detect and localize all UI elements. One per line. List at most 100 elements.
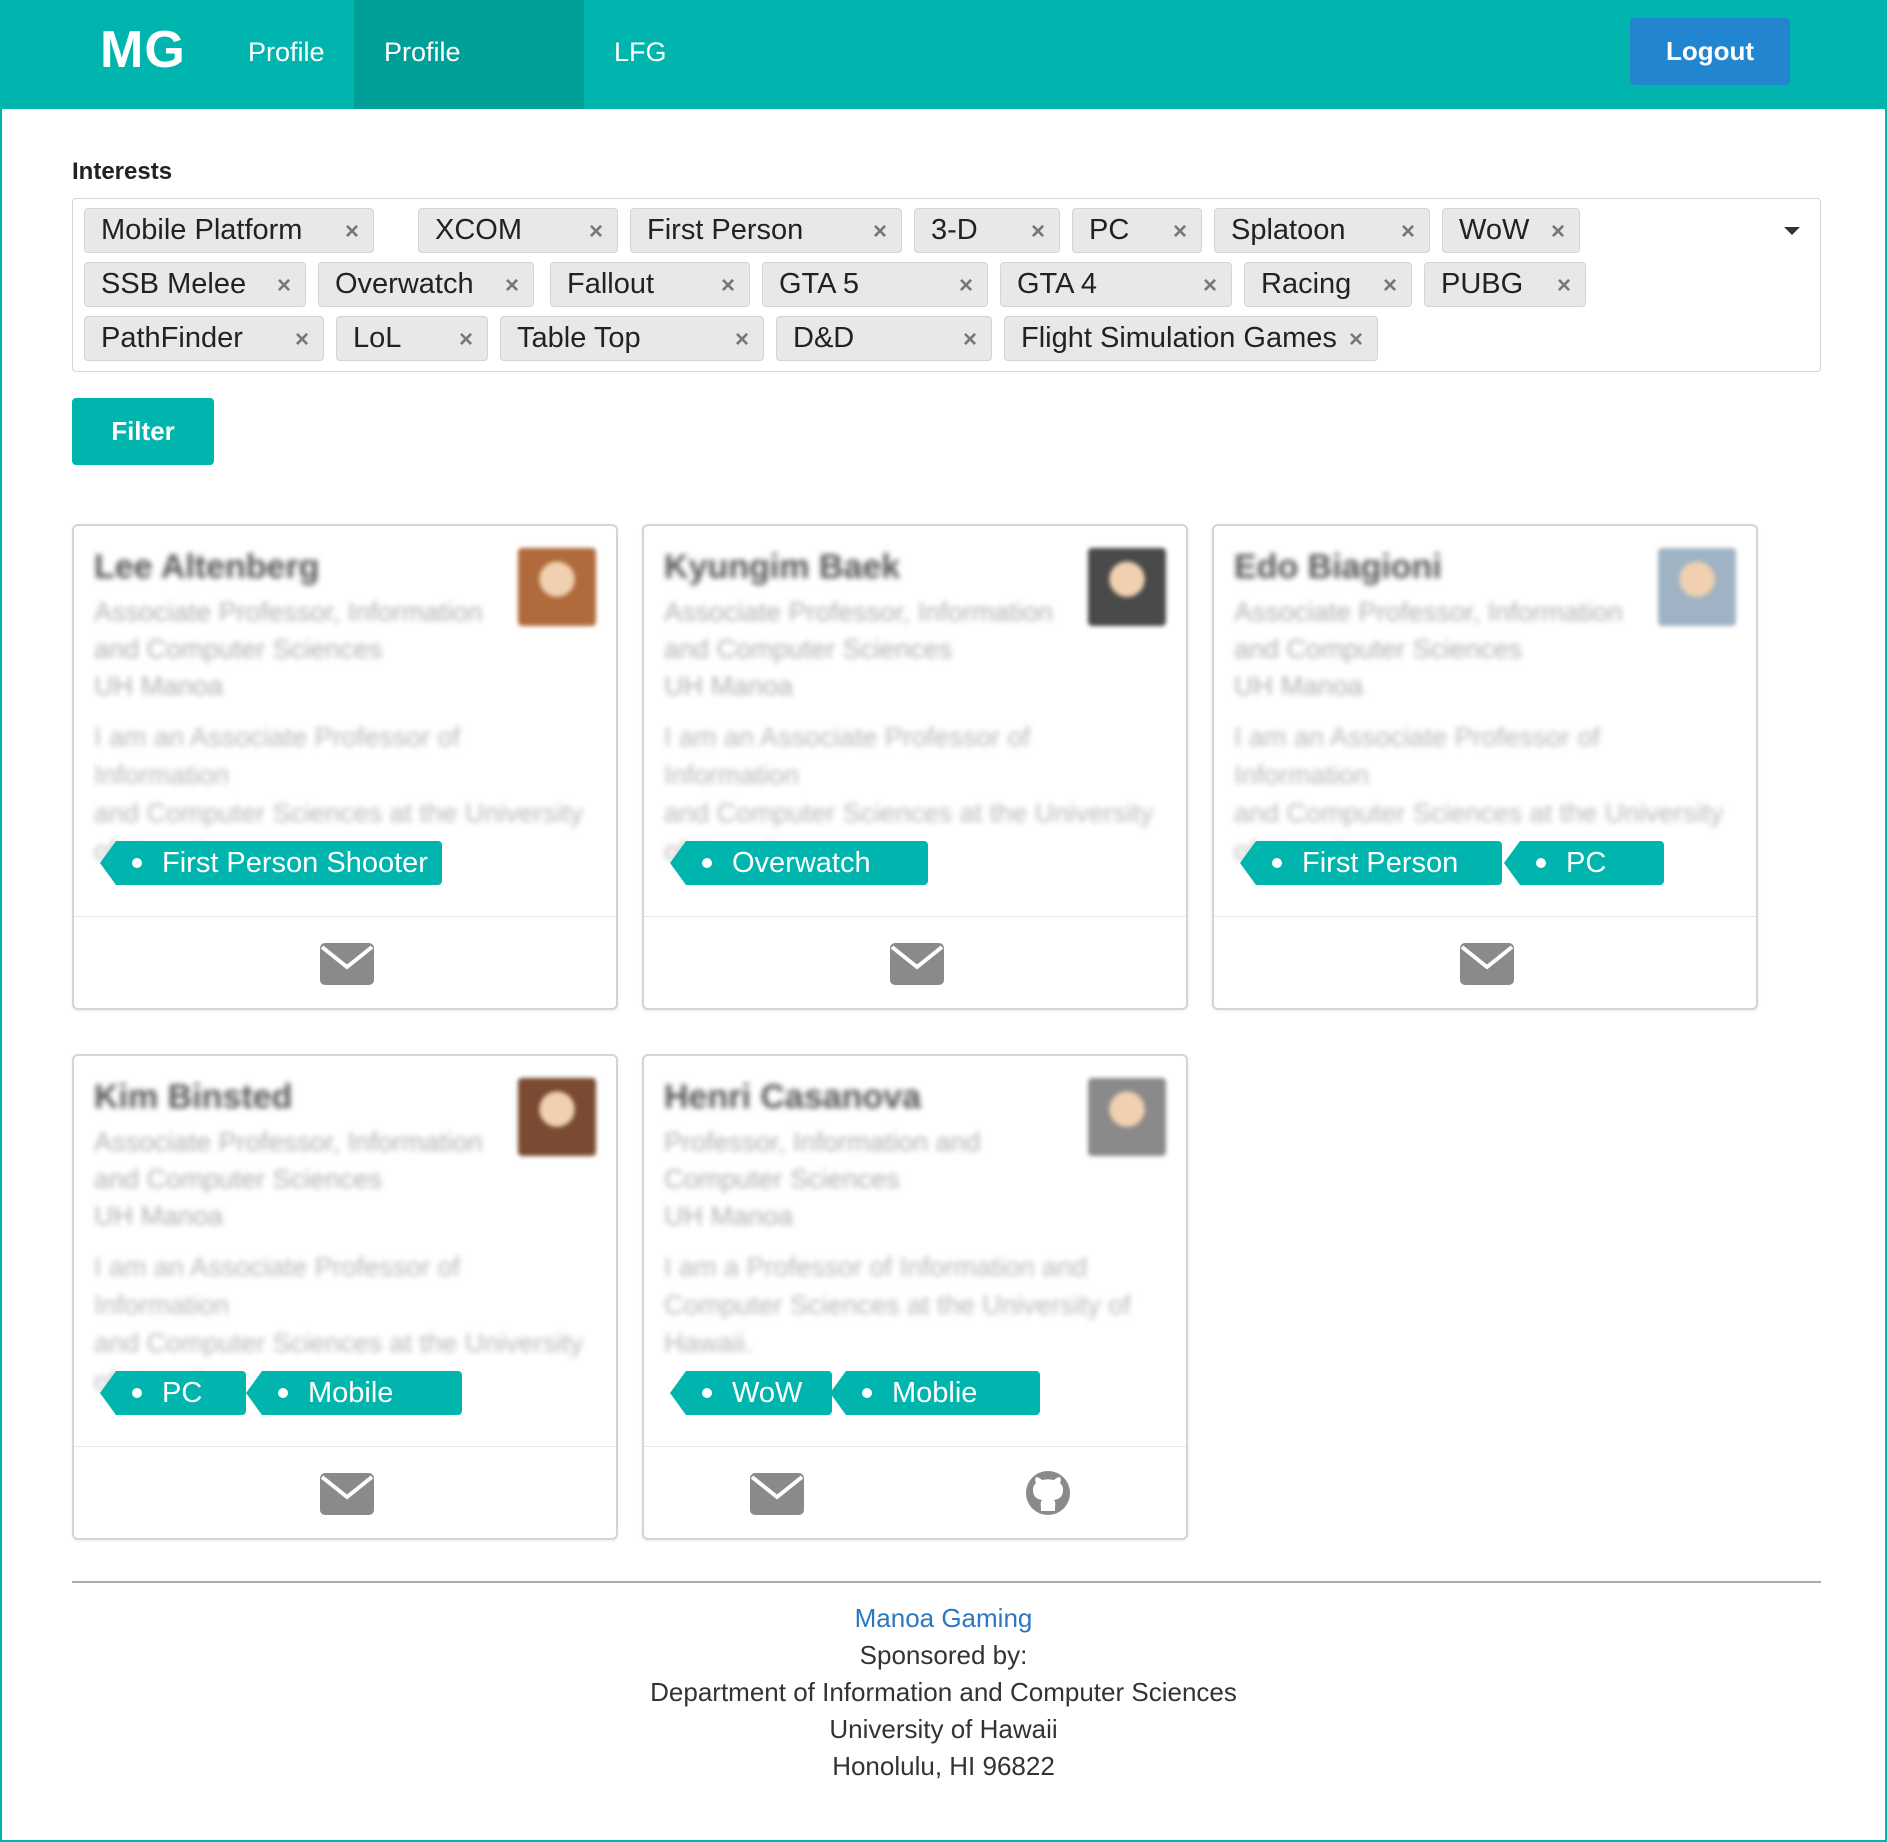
interest-chip: LoL ×: [336, 316, 488, 361]
interest-chip-label: Splatoon: [1231, 214, 1346, 246]
profile-description-line: Hawaii.: [664, 1328, 753, 1358]
mail-icon[interactable]: [1460, 943, 1514, 985]
interest-chip-label: 3-D: [931, 214, 978, 246]
interest-chip-label: LoL: [353, 322, 402, 354]
mail-icon[interactable]: [750, 1473, 804, 1515]
profile-description-line: I am an Associate Professor of Informati…: [664, 722, 1031, 790]
remove-icon[interactable]: ×: [1173, 209, 1187, 254]
profile-name: Lee Altenberg: [94, 548, 320, 586]
remove-icon[interactable]: ×: [721, 263, 735, 308]
remove-icon[interactable]: ×: [1203, 263, 1217, 308]
profile-description-line: and Computer Sciences at the University: [94, 1328, 584, 1358]
remove-icon[interactable]: ×: [459, 317, 473, 362]
profile-description-line: and Computer Sciences at the University: [94, 798, 584, 828]
profile-meta-line: Associate Professor, Information: [94, 1127, 483, 1157]
interest-chip-label: Table Top: [517, 322, 641, 354]
remove-icon[interactable]: ×: [1349, 317, 1363, 362]
profile-meta-line: UH Manoa: [664, 1201, 794, 1231]
remove-icon[interactable]: ×: [1401, 209, 1415, 254]
card-footer: [644, 1447, 1186, 1538]
profile-meta-line: Associate Professor, Information: [1234, 597, 1623, 627]
profile-description-line: I am an Associate Professor of Informati…: [94, 1252, 461, 1320]
interest-chip-label: PC: [1089, 214, 1130, 246]
profile-description-line: and Computer Sciences at the University: [1234, 798, 1724, 828]
interest-chip-label: Mobile Platform: [101, 214, 303, 246]
profile-description-line: I am a Professor of Information and: [664, 1252, 1088, 1282]
interest-chip: GTA 4 ×: [1000, 262, 1232, 307]
profile-name: Edo Biagioni: [1234, 548, 1442, 586]
profile-meta-line: UH Manoa: [94, 671, 224, 701]
profile-meta: Professor, Information and Computer Scien…: [664, 1124, 1064, 1235]
avatar: [1658, 548, 1736, 626]
profile-name: Kim Binsted: [94, 1078, 293, 1116]
interest-chip: Splatoon ×: [1214, 208, 1430, 253]
profile-meta: Associate Professor, Information and Comp…: [94, 1124, 494, 1235]
profile-meta-line: and Computer Sciences: [94, 1164, 383, 1194]
remove-icon[interactable]: ×: [735, 317, 749, 362]
profile-card: Lee Altenberg Associate Professor, Inform…: [72, 524, 618, 1010]
remove-icon[interactable]: ×: [345, 209, 359, 254]
profile-meta: Associate Professor, Information and Comp…: [94, 594, 494, 705]
profile-description-line: and Computer Sciences at the University: [664, 798, 1154, 828]
remove-icon[interactable]: ×: [1031, 209, 1045, 254]
profile-name: Henri Casanova: [664, 1078, 921, 1116]
dropdown-caret-icon[interactable]: [1784, 227, 1800, 235]
interest-chip: PC ×: [1072, 208, 1202, 253]
card-footer: [74, 917, 616, 1008]
profile-meta-line: and Computer Sciences: [94, 634, 383, 664]
profile-card: Kim Binsted Associate Professor, Informat…: [72, 1054, 618, 1540]
profile-description-line: I am an Associate Professor of Informati…: [94, 722, 461, 790]
remove-icon[interactable]: ×: [963, 317, 977, 362]
interest-tag: PC: [100, 1371, 246, 1415]
remove-icon[interactable]: ×: [589, 209, 603, 254]
remove-icon[interactable]: ×: [1557, 263, 1571, 308]
footer-divider: [72, 1581, 1821, 1583]
remove-icon[interactable]: ×: [505, 263, 519, 308]
profile-description-line: I am an Associate Professor of Informati…: [1234, 722, 1601, 790]
nav-profile[interactable]: Profile: [218, 0, 355, 109]
interest-chip-label: First Person: [647, 214, 804, 246]
interest-chip: Racing ×: [1244, 262, 1412, 307]
mail-icon[interactable]: [320, 1473, 374, 1515]
interest-chip-label: PathFinder: [101, 322, 243, 354]
nav-profile-browse[interactable]: Profile Browse: [354, 0, 584, 171]
filter-button[interactable]: Filter: [72, 398, 214, 465]
avatar: [1088, 1078, 1166, 1156]
remove-icon[interactable]: ×: [277, 263, 291, 308]
profile-name: Kyungim Baek: [664, 548, 901, 586]
profile-meta-line: UH Manoa: [664, 671, 794, 701]
interest-chip: 3-D ×: [914, 208, 1060, 253]
remove-icon[interactable]: ×: [959, 263, 973, 308]
interest-chip-label: Flight Simulation Games: [1021, 322, 1337, 354]
interest-chip-label: Overwatch: [335, 268, 474, 300]
card-footer: [644, 917, 1186, 1008]
remove-icon[interactable]: ×: [873, 209, 887, 254]
profile-card: Kyungim Baek Associate Professor, Informa…: [642, 524, 1188, 1010]
github-icon[interactable]: [1024, 1469, 1072, 1517]
remove-icon[interactable]: ×: [295, 317, 309, 362]
interest-chip-label: GTA 4: [1017, 268, 1098, 300]
footer-link-manoa-gaming[interactable]: Manoa Gaming: [2, 1600, 1885, 1637]
avatar: [518, 1078, 596, 1156]
footer-department-line: Department of Information and Computer S…: [650, 1677, 1237, 1707]
interests-label: Interests: [72, 158, 173, 185]
logout-button[interactable]: Logout: [1630, 18, 1790, 85]
interest-tag: Overwatch: [670, 841, 928, 885]
profile-meta-line: and Computer Sciences: [1234, 634, 1523, 664]
profile-meta-line: Associate Professor, Information: [94, 597, 483, 627]
profile-meta-line: Computer Sciences: [664, 1164, 900, 1194]
interest-chip: Mobile Platform ×: [84, 208, 374, 253]
profile-meta-line: UH Manoa: [1234, 671, 1364, 701]
remove-icon[interactable]: ×: [1551, 209, 1565, 254]
remove-icon[interactable]: ×: [1383, 263, 1397, 308]
card-footer: [74, 1447, 616, 1538]
nav-lfg[interactable]: LFG: [584, 0, 697, 109]
profile-meta-line: UH Manoa: [94, 1201, 224, 1231]
footer-sponsor-line: Sponsored by:: [859, 1640, 1028, 1670]
mail-icon[interactable]: [890, 943, 944, 985]
site-logo[interactable]: MG: [100, 20, 186, 80]
interest-chip: D&D ×: [776, 316, 992, 361]
interest-tag: PC: [1504, 841, 1664, 885]
interest-tag: WoW: [670, 1371, 832, 1415]
mail-icon[interactable]: [320, 943, 374, 985]
